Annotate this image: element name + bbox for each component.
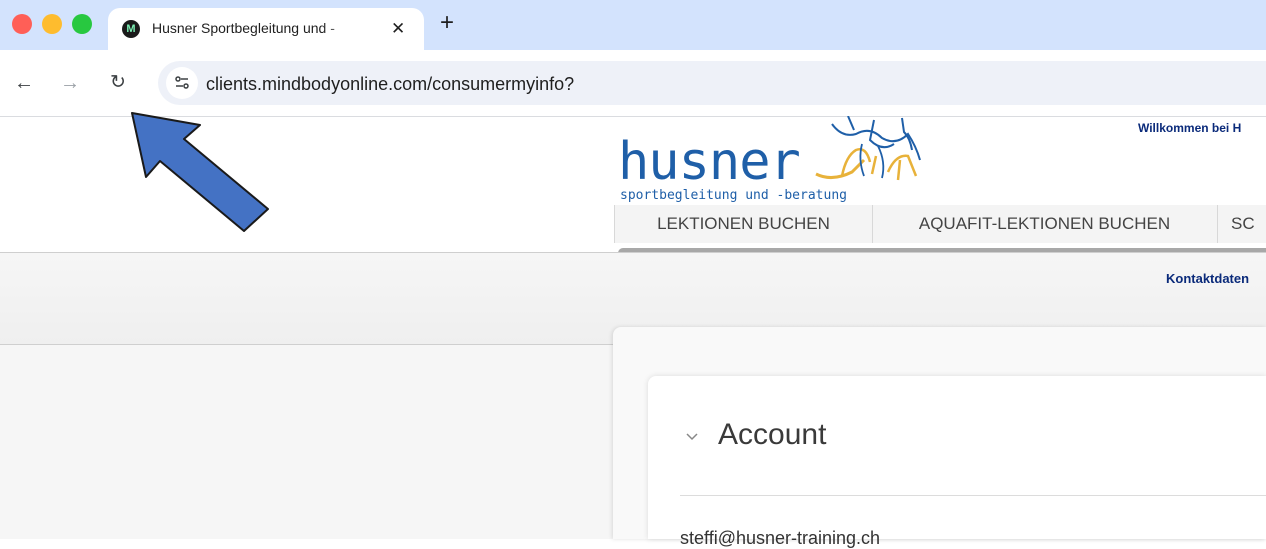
main-menu: LEKTIONEN BUCHEN AQUAFIT-LEKTIONEN BUCHE… [614,205,1266,243]
close-window-button[interactable] [12,14,32,34]
logo-tagline: sportbegleitung und -beratung [620,188,847,203]
annotation-arrow [131,112,269,232]
new-tab-button[interactable]: + [440,10,454,36]
menu-item-truncated[interactable]: SC [1217,205,1266,243]
tab-strip: M Husner Sportbegleitung und - ✕ + [0,0,1266,50]
back-icon[interactable]: ← [14,72,34,94]
husner-logo[interactable]: husner sportbegleitung und -beratung [614,116,930,208]
mindbody-icon: M [122,20,140,38]
fullscreen-window-button[interactable] [72,14,92,34]
menu-item-lektionen-buchen[interactable]: LEKTIONEN BUCHEN [615,205,873,243]
tab-active[interactable]: M Husner Sportbegleitung und - ✕ [108,8,424,50]
athletes-logo-art [815,116,921,181]
account-divider [680,495,1266,496]
tab-title-fade [322,16,362,42]
menu-item-aquafit-lektionen-buchen[interactable]: AQUAFIT-LEKTIONEN BUCHEN [872,205,1218,243]
logo-wordmark: husner [618,132,801,192]
account-section-title[interactable]: Account [718,418,826,452]
welcome-text: Willkommen bei H [1138,121,1242,135]
reload-icon[interactable]: ↻ [110,72,126,94]
address-bar[interactable]: clients.mindbodyonline.com/consumermyinf… [158,61,1266,105]
url-text[interactable]: clients.mindbodyonline.com/consumermyinf… [206,74,574,95]
contact-link[interactable]: Kontaktdaten [1166,271,1249,286]
chevron-down-icon[interactable] [686,428,698,444]
close-tab-icon[interactable]: ✕ [391,18,405,40]
forward-icon[interactable]: → [60,72,80,94]
minimize-window-button[interactable] [42,14,62,34]
account-card [648,376,1266,539]
tune-icon[interactable] [166,67,198,99]
